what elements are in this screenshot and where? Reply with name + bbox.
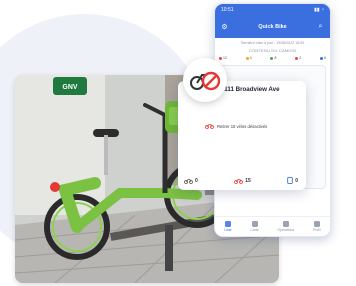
- stat-parking: 0: [287, 177, 298, 184]
- app-title: Quick Bike: [258, 24, 287, 30]
- last-update-text: Dernière mise à jour : 19/08/2022 18:09: [240, 41, 305, 45]
- bike-status-dot-icon: [295, 56, 299, 60]
- bike-disabled-icon: [205, 124, 214, 129]
- list-icon: [224, 221, 231, 227]
- stat-bikes: 0: [184, 177, 198, 184]
- truck-chip: 4: [245, 56, 252, 60]
- truck-chip: 12: [219, 56, 227, 60]
- truck-chip: 6: [320, 56, 326, 60]
- map-pin-icon: [251, 221, 258, 227]
- disabled-bike-badge: [183, 58, 227, 102]
- bike-status-dot-icon: [219, 56, 222, 60]
- remove-disabled-label: Retirer 15 vélos désactivés: [217, 123, 268, 129]
- nav-item-operations[interactable]: Opérations: [277, 221, 294, 232]
- phone-status-bar: 10:51 ▮▮ ◔: [215, 4, 330, 16]
- nav-item-profil[interactable]: Profil: [313, 221, 321, 232]
- bike-disabled-icon: [190, 71, 221, 91]
- truck-icon: [282, 221, 289, 227]
- bike-disabled-icon: [234, 178, 244, 184]
- status-icons: ▮▮ ◔: [314, 7, 324, 13]
- search-icon[interactable]: ⌕: [316, 23, 325, 32]
- bike-status-dot-icon: [270, 56, 274, 60]
- status-time: 10:51: [221, 7, 234, 13]
- bike-status-dot-icon: [320, 56, 324, 60]
- remove-disabled-action[interactable]: Retirer 15 vélos désactivés: [205, 123, 267, 129]
- hero-stage: GNV 10:51 ▮▮ ◔ ⚙ Quick Bike ⌕ Dernière m…: [0, 0, 356, 286]
- parking-icon: [287, 177, 293, 184]
- settings-icon[interactable]: ⚙: [220, 23, 229, 32]
- user-icon: [313, 221, 320, 227]
- truck-chip: 2: [295, 56, 301, 60]
- truck-content-chips: 12 4 8 2 6: [215, 56, 330, 60]
- nav-item-carte[interactable]: Carte: [250, 221, 259, 232]
- bike-status-dot-icon: [245, 56, 249, 60]
- truck-chip: 8: [270, 56, 276, 60]
- app-header: ⚙ Quick Bike ⌕: [215, 16, 330, 38]
- station-stats: 0 15 0: [184, 177, 298, 184]
- bike-icon: [184, 178, 193, 184]
- stat-disabled: 15: [234, 177, 251, 184]
- station-sign-text: GNV: [62, 84, 78, 91]
- bottom-navigation: Liste Carte Opérations Profil: [215, 216, 330, 236]
- nav-item-liste[interactable]: Liste: [224, 221, 232, 232]
- truck-content-title: CONTENU DU CAMION: [248, 48, 297, 53]
